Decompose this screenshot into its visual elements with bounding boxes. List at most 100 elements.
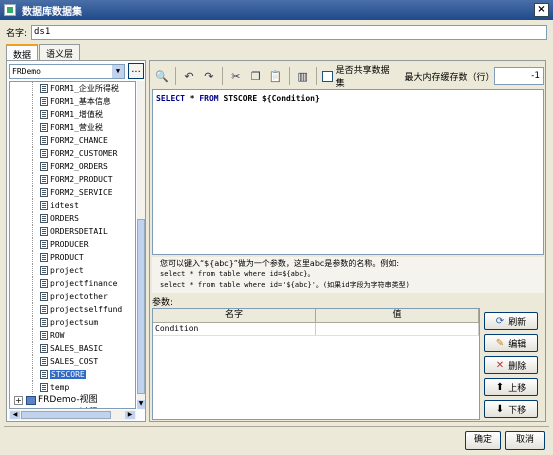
undo-icon[interactable]: ↶ [179,66,199,86]
tree-root-label: FRDemo-过程 [38,408,98,409]
tree-item-table[interactable]: SALES_COST [10,355,135,368]
tree-guide-line [32,212,33,225]
tree-item-table[interactable]: projectother [10,290,135,303]
hint-line: 您可以键入“${abc}”做为一个参数，这里abc是参数的名称。例如: [160,259,400,268]
tree-item-table[interactable]: FORM2_SERVICE [10,186,135,199]
shared-dataset-label: 是否共享数据集 [335,66,390,89]
close-button[interactable]: × [534,3,549,17]
name-input[interactable] [31,24,547,40]
tree-item-table[interactable]: ORDERS [10,212,135,225]
tree-item-label: project [50,266,84,275]
tree-item-table[interactable]: FORM1_基本信息 [10,95,135,108]
preview-icon[interactable]: 🔍 [152,66,172,86]
table-row[interactable]: Condition [153,323,479,336]
tree-item-table[interactable]: FORM2_ORDERS [10,160,135,173]
tree-item-table[interactable]: SALES_BASIC [10,342,135,355]
param-name-cell[interactable]: Condition [153,323,316,335]
parameter-hint: 您可以键入“${abc}”做为一个参数，这里abc是参数的名称。例如: sele… [152,257,544,293]
table-icon [40,201,48,210]
chevron-down-icon[interactable]: ▼ [112,65,124,78]
tree-item-table[interactable]: FORM1_企业所得税 [10,82,135,95]
scrollbar-thumb[interactable] [21,411,111,419]
redo-icon[interactable]: ↷ [199,66,219,86]
tab-semantic-layer[interactable]: 语义层 [39,44,81,60]
tree-horizontal-scrollbar[interactable]: ◀ ▶ [9,410,136,420]
refresh-button[interactable]: ⟳ 刷新 [484,312,538,330]
tree-item-table[interactable]: PRODUCER [10,238,135,251]
tree-guide-line [32,95,33,108]
scroll-right-icon[interactable]: ▶ [125,411,135,419]
table-icon [40,279,48,288]
tree-item-table[interactable]: idtest [10,199,135,212]
tab-data[interactable]: 数据 [6,44,39,61]
column-header-value[interactable]: 值 [316,309,479,322]
table-tree[interactable]: FORM1_企业所得税 FORM1_基本信息 FORM1_增值税 FORM1_营业税 F… [9,81,136,409]
tree-root-node[interactable]: + FRDemo-视图 [10,394,135,407]
shared-dataset-checkbox[interactable]: 是否共享数据集 [321,63,399,89]
scroll-down-icon[interactable]: ▼ [137,400,145,409]
tree-item-table[interactable]: FORM2_CHANCE [10,134,135,147]
sql-keyword-select: SELECT [156,94,185,103]
table-icon [40,370,48,379]
tree-item-label: FORM2_SERVICE [50,188,113,197]
tab-strip: 数据 语义层 [6,44,81,61]
tree-guide-line [32,342,33,355]
tree-item-table[interactable]: FORM1_增值税 [10,108,135,121]
paste-icon[interactable]: 📋 [266,66,286,86]
table-icon [40,188,48,197]
column-header-name[interactable]: 名字 [153,309,316,322]
move-down-button[interactable]: ⬇ 下移 [484,400,538,418]
tree-guide-line [32,134,33,147]
tree-item-table[interactable]: projectfinance [10,277,135,290]
tree-item-table[interactable]: ROW [10,329,135,342]
table-icon [40,97,48,106]
tree-guide-line [32,225,33,238]
scroll-left-icon[interactable]: ◀ [10,411,20,419]
copy-icon[interactable]: ❐ [246,66,266,86]
expand-icon[interactable]: + [14,396,23,405]
pencil-icon: ✎ [495,337,505,349]
sql-editor[interactable]: SELECT * FROM STSCORE ${Condition} [152,89,544,255]
cancel-button[interactable]: 取消 [505,431,545,450]
tree-item-table[interactable]: project [10,264,135,277]
tree-guide-line [32,173,33,186]
tree-guide-line [32,290,33,303]
params-label: 参数: [152,298,174,308]
tree-item-table[interactable]: ORDERSDETAIL [10,225,135,238]
tree-item-table[interactable]: STSCORE [10,368,135,381]
delete-button[interactable]: ✕ 删除 [484,356,538,374]
tree-item-table[interactable]: temp [10,381,135,394]
tree-guide-line [32,147,33,160]
max-memory-input[interactable]: -1 [494,67,545,85]
param-actions: ⟳ 刷新 ✎ 编辑 ✕ 删除 ⬆ 上移 ⬇ 下移 [484,312,542,422]
params-table: 名字 值 Condition [152,308,480,420]
tree-vertical-scrollbar[interactable]: ▼ [137,81,145,409]
tree-item-label: projectother [50,292,108,301]
delete-label: 删除 [508,361,527,372]
table-icon [40,357,48,366]
tree-item-table[interactable]: projectselffund [10,303,135,316]
param-value-cell[interactable] [316,323,479,335]
tree-root-node[interactable]: +FRDemo-过程 [10,407,135,409]
connection-more-button[interactable]: ... [128,63,144,79]
tree-item-label: FORM1_营业税 [50,123,103,132]
columns-icon[interactable]: ▥ [293,66,313,86]
table-icon [40,214,48,223]
tree-item-table[interactable]: FORM1_营业税 [10,121,135,134]
tree-item-table[interactable]: projectsum [10,316,135,329]
move-up-button[interactable]: ⬆ 上移 [484,378,538,396]
table-icon [40,292,48,301]
tree-item-table[interactable]: FORM2_CUSTOMER [10,147,135,160]
edit-button[interactable]: ✎ 编辑 [484,334,538,352]
table-icon [40,331,48,340]
connection-select[interactable]: FRDemo ▼ [9,64,125,79]
arrow-up-icon: ⬆ [495,381,505,393]
scrollbar-thumb[interactable] [137,219,145,394]
tree-guide-line [32,251,33,264]
tree-item-label: temp [50,383,70,392]
cut-icon[interactable]: ✂ [226,66,246,86]
tree-item-table[interactable]: PRODUCT [10,251,135,264]
ok-button[interactable]: 确定 [465,431,501,450]
checkbox-box[interactable] [321,70,333,82]
tree-item-table[interactable]: FORM2_PRODUCT [10,173,135,186]
